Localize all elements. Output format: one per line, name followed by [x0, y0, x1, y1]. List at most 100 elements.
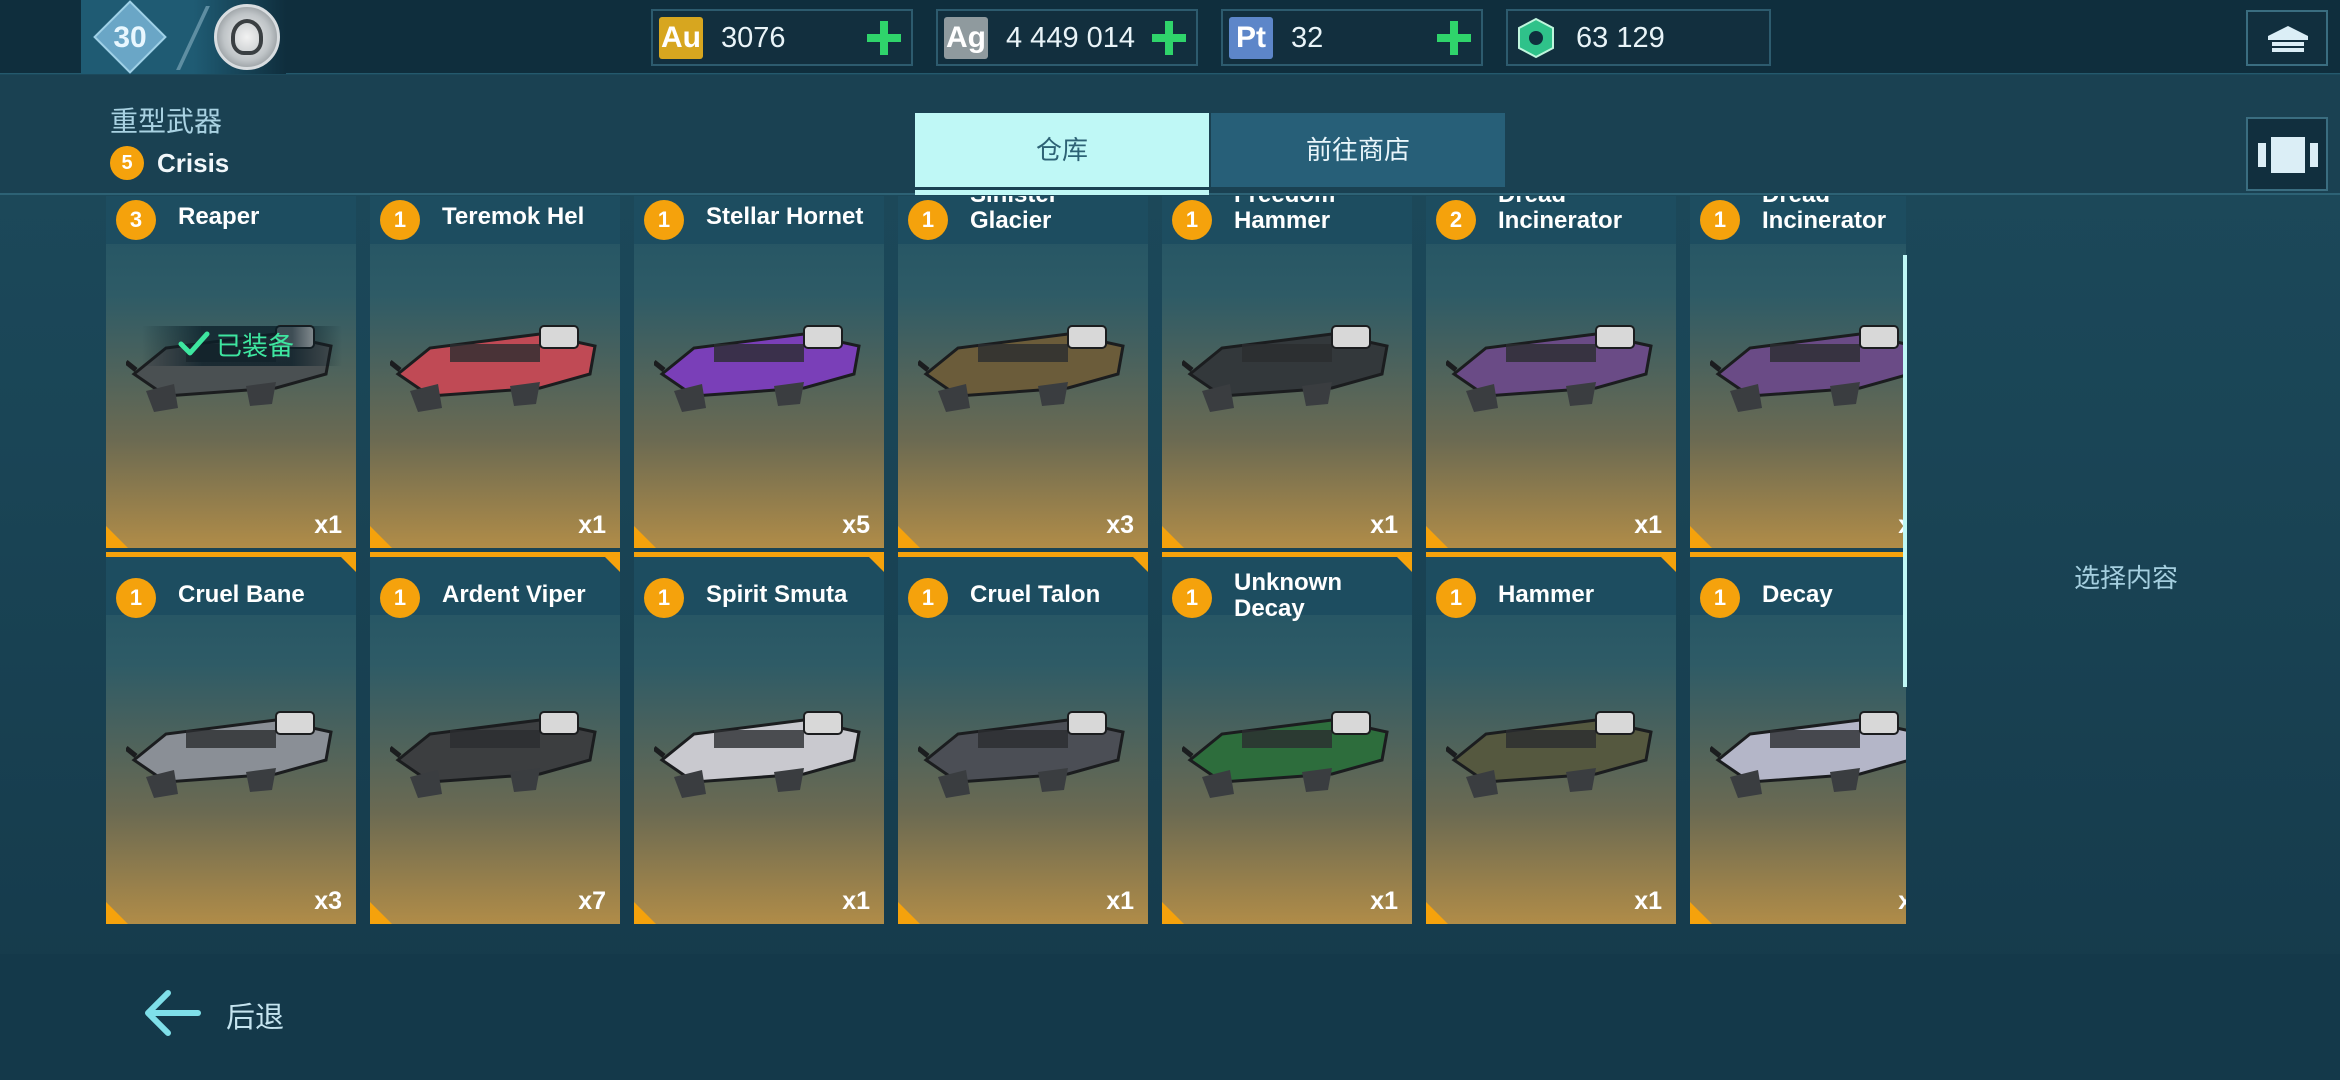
tier-badge: 1	[1172, 578, 1212, 618]
ag-currency-icon: Ag	[944, 17, 988, 59]
item-quantity: x1	[1370, 511, 1398, 539]
faction-emblem-icon[interactable]	[214, 4, 280, 70]
weapon-name: Teremok Hel	[442, 203, 585, 230]
weapon-image	[918, 325, 1125, 412]
weapon-card[interactable]: 1 Hammer x1	[1426, 552, 1676, 924]
back-button[interactable]: 后退	[130, 980, 330, 1046]
weapon-name: Dread Incinerator	[1762, 196, 1887, 234]
back-arrow-icon	[145, 990, 201, 1036]
currency-ag: Ag 4 449 014	[936, 9, 1198, 66]
equipped-indicator: 已装备	[142, 326, 342, 366]
hangar-button[interactable]	[2246, 10, 2328, 66]
weapon-image	[126, 711, 333, 798]
weapon-name: Dread Incinerator	[1498, 196, 1623, 234]
pt-currency-icon: Pt	[1229, 17, 1273, 59]
weapon-name: Unknown Decay	[1234, 569, 1342, 622]
item-quantity: x1	[1370, 887, 1398, 915]
weapon-card[interactable]: 1 Decay x1	[1690, 552, 1906, 924]
weapon-card[interactable]: 1Dread Incineratorx1	[1690, 196, 1906, 548]
crisis-level-badge: 5	[110, 146, 144, 180]
scrollbar[interactable]	[1903, 255, 1907, 687]
rarity-corner-marker	[898, 902, 920, 924]
rarity-corner-marker	[1162, 902, 1184, 924]
footer-bar	[0, 954, 2340, 1080]
weapon-card[interactable]: 1 Teremok Hel x1	[370, 196, 620, 548]
weapon-card[interactable]: 1 Spirit Smuta x1	[634, 552, 884, 924]
select-content-hint: 选择内容	[2074, 563, 2179, 593]
tier-badge: 1	[1436, 578, 1476, 618]
rarity-corner-marker	[1162, 526, 1184, 548]
checkmark-icon	[178, 331, 210, 356]
new-item-corner-marker	[336, 552, 356, 572]
weapon-card[interactable]: 1 Cruel Talon x1	[898, 552, 1148, 924]
item-quantity: x3	[1106, 511, 1134, 539]
weapon-card[interactable]: 3 Reaper 已装备 x1	[106, 196, 356, 548]
currency-value: 63 129	[1576, 22, 1665, 54]
inventory-grid[interactable]: 3 Reaper 已装备 x1 1 Teremok Hel x1 1 Stellar Horne…	[106, 196, 1906, 930]
weapon-name: Spirit Smuta	[706, 581, 848, 608]
tier-badge: 1	[1700, 578, 1740, 618]
card-highlight-line	[1690, 552, 1906, 557]
hangar-icon	[2268, 26, 2308, 52]
new-item-corner-marker	[1128, 552, 1148, 572]
weapon-name: Freedom Hammer	[1234, 196, 1335, 234]
card-highlight-line	[1162, 552, 1412, 557]
back-label: 后退	[226, 1002, 285, 1034]
new-item-corner-marker	[864, 552, 884, 572]
item-quantity: x1	[1106, 887, 1134, 915]
weapon-card[interactable]: 1 Cruel Bane x3	[106, 552, 356, 924]
weapon-card[interactable]: 2 Dread Incinerator x1	[1426, 196, 1676, 548]
view-layout-button[interactable]	[2246, 117, 2328, 191]
category-title: 重型武器	[110, 106, 223, 137]
rarity-corner-marker	[634, 902, 656, 924]
weapon-image	[1710, 711, 1906, 798]
weapon-image	[1710, 325, 1906, 412]
tier-badge: 2	[1436, 200, 1476, 240]
currency-value: 3076	[721, 22, 786, 54]
currency-code: Pt	[1236, 21, 1266, 54]
rarity-corner-marker	[1426, 526, 1448, 548]
weapon-name: Reaper	[178, 203, 260, 230]
tier-badge: 1	[116, 578, 156, 618]
weapon-card[interactable]: 1 Unknown Decay x1	[1162, 552, 1412, 924]
weapon-name: Cruel Bane	[178, 581, 305, 608]
tier-badge: 1	[1172, 200, 1212, 240]
new-item-corner-marker	[600, 552, 620, 572]
weapon-card[interactable]: 1 Freedom Hammer x1	[1162, 196, 1412, 548]
weapon-name: Cruel Talon	[970, 581, 1101, 608]
weapon-name: Ardent Viper	[442, 581, 586, 608]
item-quantity: x5	[842, 511, 870, 539]
crisis-name: Crisis	[157, 148, 230, 178]
weapon-name: Stellar Hornet	[706, 203, 864, 230]
currency-code: Au	[661, 21, 701, 54]
item-quantity: x1	[578, 511, 606, 539]
weapon-name: Hammer	[1498, 581, 1595, 608]
active-tab-indicator	[915, 190, 1209, 195]
au-currency-icon: Au	[659, 17, 703, 59]
weapon-card[interactable]: 1 Sinister Glacier x3	[898, 196, 1148, 548]
item-quantity: x1	[1634, 887, 1662, 915]
add-currency-plus-icon[interactable]	[1150, 19, 1188, 57]
card-highlight-line	[370, 552, 620, 557]
currency-code: Ag	[946, 21, 986, 54]
weapon-image	[918, 711, 1125, 798]
weapon-image	[654, 325, 861, 412]
item-quantity: x7	[578, 887, 606, 915]
tab-warehouse[interactable]: 仓库	[915, 113, 1209, 187]
rarity-corner-marker	[370, 902, 392, 924]
weapon-image	[1446, 325, 1653, 412]
weapon-image	[1446, 711, 1653, 798]
tier-badge: 3	[116, 200, 156, 240]
currency-au: Au 3076	[651, 9, 913, 66]
weapon-card[interactable]: 1 Ardent Viper x7	[370, 552, 620, 924]
weapon-card[interactable]: 1 Stellar Hornet x5	[634, 196, 884, 548]
currency-value: 4 449 014	[1006, 22, 1136, 54]
weapon-image	[390, 325, 597, 412]
add-currency-plus-icon[interactable]	[865, 19, 903, 57]
add-currency-plus-icon[interactable]	[1435, 19, 1473, 57]
emblem-mark	[231, 19, 263, 55]
tier-badge: 1	[380, 578, 420, 618]
rarity-corner-marker	[106, 526, 128, 548]
tab-go-to-shop[interactable]: 前往商店	[1211, 113, 1505, 187]
carousel-view-icon	[2258, 137, 2318, 173]
